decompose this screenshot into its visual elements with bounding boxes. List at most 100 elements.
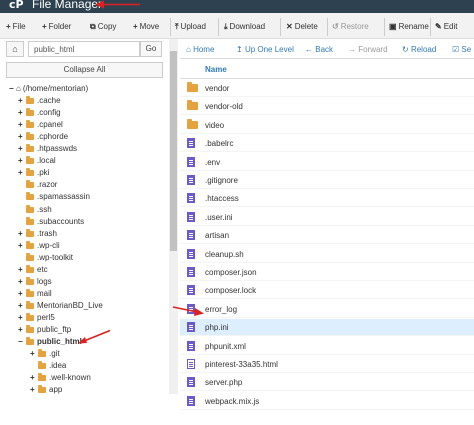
tree-item[interactable]: + .cpanel bbox=[18, 119, 63, 131]
up-one-level-button[interactable]: ↥ Up One Level bbox=[236, 44, 294, 56]
tree-item[interactable]: + .config bbox=[18, 107, 61, 119]
expand-toggle-icon[interactable]: + bbox=[18, 240, 25, 252]
file-icon-wrapper bbox=[187, 118, 198, 129]
tree-item[interactable]: + .pki bbox=[18, 167, 49, 179]
upload-button[interactable]: ⤒ Upload bbox=[175, 21, 206, 33]
expand-toggle-icon[interactable]: + bbox=[18, 167, 25, 179]
file-row[interactable]: error_log bbox=[180, 301, 474, 318]
copy-button[interactable]: ⧉ Copy bbox=[90, 21, 116, 33]
file-row[interactable]: phpunit.xml bbox=[180, 338, 474, 355]
expand-toggle-icon[interactable]: + bbox=[18, 131, 25, 143]
tree-item[interactable]: .wp-toolkit bbox=[18, 252, 73, 264]
tree-item[interactable]: + logs bbox=[18, 276, 52, 288]
tree-item[interactable]: + MentorianBD_Live bbox=[18, 300, 103, 312]
tree-item[interactable]: − public_html bbox=[18, 336, 82, 348]
tree-item[interactable]: + app bbox=[30, 384, 62, 396]
column-header-name[interactable]: Name bbox=[180, 61, 474, 79]
file-icon-wrapper bbox=[187, 175, 195, 186]
tree-item[interactable]: + .git bbox=[30, 348, 60, 360]
file-row[interactable]: vendor bbox=[180, 80, 474, 97]
forward-button[interactable]: → Forward bbox=[348, 44, 388, 56]
file-row[interactable]: .gitignore bbox=[180, 172, 474, 189]
expand-toggle-icon[interactable]: + bbox=[18, 264, 25, 276]
expand-toggle-icon[interactable]: + bbox=[18, 228, 25, 240]
tree-item[interactable]: .idea bbox=[30, 360, 66, 372]
file-icon-wrapper bbox=[187, 100, 198, 111]
home-icon: ⌂ bbox=[186, 45, 191, 54]
expand-toggle-icon[interactable]: + bbox=[18, 276, 25, 288]
expand-toggle-icon[interactable]: + bbox=[18, 155, 25, 167]
tree-item[interactable]: .razor bbox=[18, 179, 57, 191]
tree-item[interactable]: + .wp-cli bbox=[18, 240, 60, 252]
expand-toggle-icon[interactable]: + bbox=[18, 300, 25, 312]
expand-toggle-icon[interactable]: + bbox=[18, 324, 25, 336]
tree-item[interactable]: .ssh bbox=[18, 204, 52, 216]
expand-toggle-icon[interactable]: + bbox=[30, 372, 37, 384]
rename-button[interactable]: ▣ Rename bbox=[389, 21, 429, 33]
file-row[interactable]: server.php bbox=[180, 374, 474, 392]
collapse-toggle-icon[interactable]: − bbox=[9, 83, 16, 95]
tree-item[interactable]: + .trash bbox=[18, 228, 57, 240]
file-name: .htaccess bbox=[205, 194, 239, 204]
collapse-toggle-icon[interactable]: − bbox=[18, 336, 25, 348]
folder-icon bbox=[26, 240, 34, 249]
expand-toggle-icon[interactable]: + bbox=[18, 95, 25, 107]
folder-icon bbox=[26, 337, 34, 346]
tree-item[interactable]: + mail bbox=[18, 288, 52, 300]
expand-toggle-icon[interactable]: + bbox=[18, 143, 25, 155]
cpanel-logo[interactable]: cP bbox=[9, 0, 24, 11]
tree-item[interactable]: .subaccounts bbox=[18, 216, 84, 228]
tree-item[interactable]: + etc bbox=[18, 264, 48, 276]
file-row[interactable]: .user.ini bbox=[180, 209, 474, 226]
delete-button[interactable]: ✕ Delete bbox=[286, 21, 318, 33]
collapse-all-button[interactable]: Collapse All bbox=[6, 62, 163, 78]
expand-toggle-icon[interactable]: + bbox=[30, 348, 37, 360]
file-row[interactable]: php.ini bbox=[180, 319, 474, 337]
tree-item[interactable]: + .cache bbox=[18, 95, 61, 107]
home-directory-button[interactable]: ⌂ bbox=[6, 41, 24, 57]
nav-home-button[interactable]: ⌂ Home bbox=[186, 44, 214, 56]
file-row[interactable]: composer.lock bbox=[180, 282, 474, 300]
file-row[interactable]: .htaccess bbox=[180, 190, 474, 208]
tree-item[interactable]: + perl5 bbox=[18, 312, 55, 324]
file-row[interactable]: pinterest-33a35.html bbox=[180, 356, 474, 373]
tree-item[interactable]: + .cphorde bbox=[18, 131, 68, 143]
file-row[interactable]: cleanup.sh bbox=[180, 246, 474, 263]
file-row[interactable]: vendor-old bbox=[180, 98, 474, 116]
tree-scrollbar-thumb[interactable] bbox=[170, 51, 177, 251]
back-button[interactable]: ← Back bbox=[305, 44, 333, 56]
toolbar-divider bbox=[430, 18, 431, 36]
new-folder-button[interactable]: + Folder bbox=[42, 21, 71, 33]
expand-toggle-icon[interactable]: + bbox=[18, 107, 25, 119]
edit-button[interactable]: ✎ Edit bbox=[435, 21, 458, 33]
path-input[interactable] bbox=[28, 41, 140, 57]
file-row[interactable]: .env bbox=[180, 154, 474, 171]
file-row[interactable]: composer.json bbox=[180, 264, 474, 281]
file-row[interactable]: .babelrc bbox=[180, 135, 474, 153]
reload-button[interactable]: ↻ Reload bbox=[402, 44, 436, 56]
tree-item[interactable]: .spamassassin bbox=[18, 191, 90, 203]
file-row[interactable]: webpack.mix.js bbox=[180, 393, 474, 410]
tree-item[interactable]: + .local bbox=[18, 155, 56, 167]
new-file-button[interactable]: + File bbox=[6, 21, 26, 33]
restore-button[interactable]: ↺ Restore bbox=[332, 21, 369, 33]
download-button[interactable]: ⤓ Download bbox=[224, 21, 265, 33]
expand-toggle-icon[interactable]: + bbox=[18, 119, 25, 131]
annotation-arrow-icon bbox=[78, 329, 111, 344]
file-icon bbox=[187, 285, 195, 296]
file-row[interactable]: video bbox=[180, 117, 474, 134]
select-all-button[interactable]: ☑ Se bbox=[452, 44, 471, 56]
page-title: File Manager bbox=[32, 0, 103, 11]
expand-toggle-icon[interactable]: + bbox=[18, 288, 25, 300]
expand-toggle-icon[interactable]: + bbox=[30, 384, 37, 396]
tree-item[interactable]: + .well-known bbox=[30, 372, 91, 384]
tree-item[interactable]: + public_ftp bbox=[18, 324, 71, 336]
file-row[interactable]: artisan bbox=[180, 227, 474, 245]
move-button[interactable]: + Move bbox=[133, 21, 159, 33]
go-button[interactable]: Go bbox=[140, 41, 162, 57]
file-name: video bbox=[205, 120, 225, 130]
annotation-arrow-icon bbox=[95, 0, 140, 9]
tree-item[interactable]: − ⌂ (/home/mentorian) bbox=[9, 83, 88, 95]
expand-toggle-icon[interactable]: + bbox=[18, 312, 25, 324]
tree-item[interactable]: + .htpasswds bbox=[18, 143, 77, 155]
